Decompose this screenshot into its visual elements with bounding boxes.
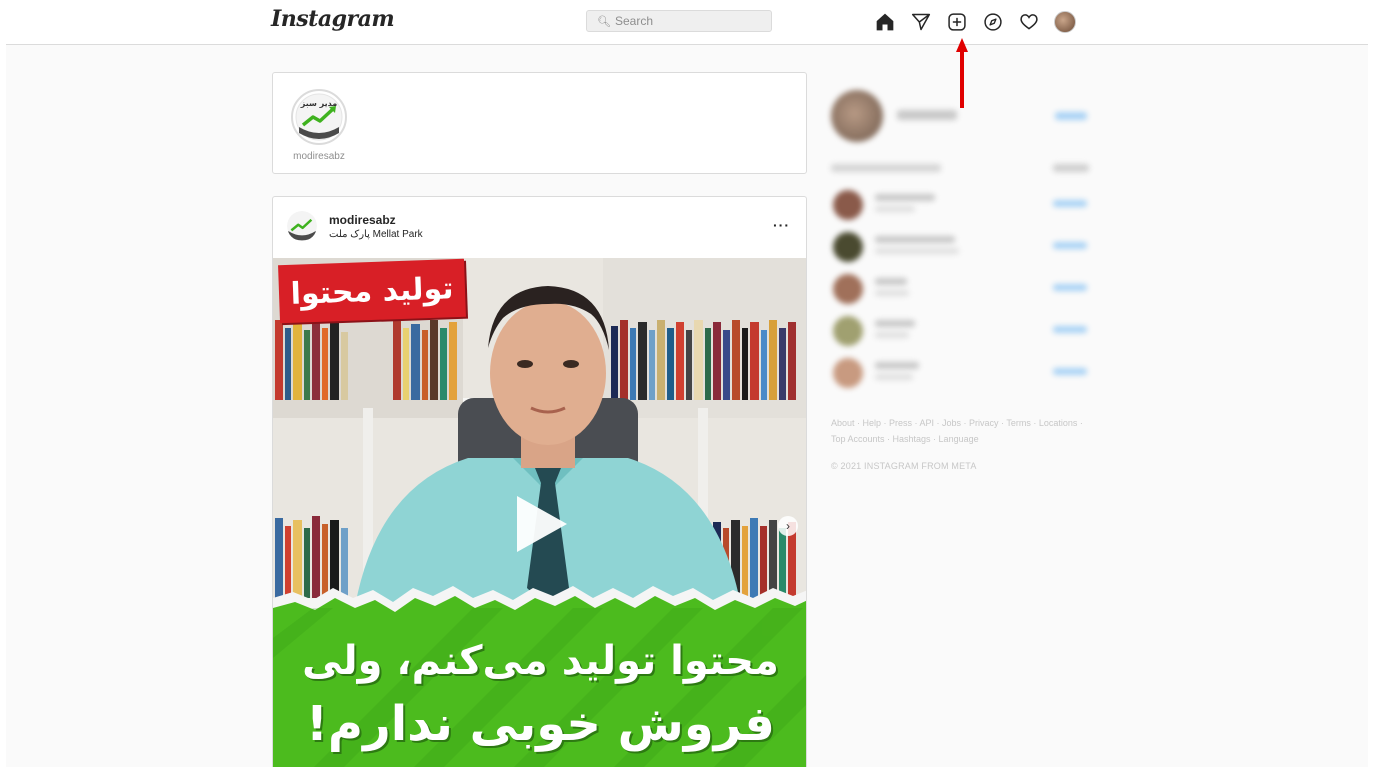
story-item[interactable]: مدیر سبز modiresabz <box>289 89 349 162</box>
video-title-tag: تولید محتوا <box>278 258 466 324</box>
suggestion-name[interactable] <box>875 236 955 243</box>
modiresabz-logo: مدیر سبز <box>295 93 343 141</box>
suggestion-avatar[interactable] <box>833 274 863 304</box>
follow-button[interactable] <box>1053 284 1087 291</box>
switch-account-link[interactable] <box>1055 112 1087 120</box>
current-user-name[interactable] <box>897 110 957 120</box>
search-icon: 🔍︎ <box>597 15 611 28</box>
suggestion-name[interactable] <box>875 278 907 285</box>
new-post-icon[interactable] <box>946 11 968 33</box>
instagram-logo[interactable]: Instagram <box>271 6 395 32</box>
profile-avatar[interactable] <box>1054 11 1076 33</box>
follow-button[interactable] <box>1053 368 1087 375</box>
copyright: © 2021 INSTAGRAM FROM META <box>831 461 977 471</box>
home-icon[interactable] <box>874 11 896 33</box>
suggestion-avatar[interactable] <box>833 316 863 346</box>
more-options-icon[interactable]: ··· <box>773 217 790 233</box>
see-all-link[interactable] <box>1053 164 1089 172</box>
suggestion-subtext <box>875 248 959 254</box>
suggestion-item <box>831 272 1091 308</box>
footer-links-line-2[interactable]: Top Accounts · Hashtags · Language <box>831 431 1091 447</box>
video-caption-line-1: محتوا تولید می‌کنم، ولی <box>302 638 779 684</box>
follow-button[interactable] <box>1053 242 1087 249</box>
suggestion-item <box>831 314 1091 350</box>
suggestion-subtext <box>875 206 915 212</box>
current-user-row <box>831 88 1091 144</box>
suggestion-subtext <box>875 374 913 380</box>
follow-button[interactable] <box>1053 200 1087 207</box>
suggestions-heading <box>831 164 941 172</box>
svg-text:مدیر سبز: مدیر سبز <box>300 99 337 108</box>
suggestion-avatar[interactable] <box>833 232 863 262</box>
search-input[interactable] <box>614 14 765 28</box>
post-media[interactable]: تولید محتوا › محتوا تولید می‌کنم، ولی فر… <box>273 258 806 767</box>
nav-icons <box>874 11 1076 33</box>
suggestion-name[interactable] <box>875 194 935 201</box>
post-avatar[interactable] <box>287 211 317 241</box>
stories-tray: مدیر سبز modiresabz <box>272 72 807 174</box>
follow-button[interactable] <box>1053 326 1087 333</box>
story-avatar: مدیر سبز <box>291 89 347 145</box>
suggestion-subtext <box>875 290 909 296</box>
feed-post: modiresabz پارک ملت Mellat Park ··· تولی… <box>272 196 807 767</box>
suggestion-subtext <box>875 332 909 338</box>
footer-links-line-1[interactable]: About · Help · Press · API · Jobs · Priv… <box>831 415 1091 431</box>
current-user-avatar[interactable] <box>831 90 883 142</box>
explore-icon[interactable] <box>982 11 1004 33</box>
activity-heart-icon[interactable] <box>1018 11 1040 33</box>
search-box[interactable]: 🔍︎ <box>586 10 772 32</box>
suggestion-name[interactable] <box>875 362 919 369</box>
video-caption-line-2: فروش خوبی ندارم! <box>306 696 775 752</box>
footer-links: About · Help · Press · API · Jobs · Priv… <box>831 415 1091 447</box>
suggestion-item <box>831 230 1091 266</box>
post-header: modiresabz پارک ملت Mellat Park ··· <box>273 197 806 257</box>
suggestion-item <box>831 188 1091 224</box>
post-location[interactable]: پارک ملت Mellat Park <box>329 229 423 240</box>
suggestion-avatar[interactable] <box>833 358 863 388</box>
suggestion-name[interactable] <box>875 320 915 327</box>
direct-message-icon[interactable] <box>910 11 932 33</box>
next-slide-icon[interactable]: › <box>778 516 798 536</box>
suggestion-item <box>831 356 1091 392</box>
suggestion-avatar[interactable] <box>833 190 863 220</box>
play-icon[interactable] <box>517 496 567 552</box>
post-username[interactable]: modiresabz <box>329 213 396 227</box>
story-username: modiresabz <box>293 151 345 162</box>
avatar <box>1054 11 1076 33</box>
